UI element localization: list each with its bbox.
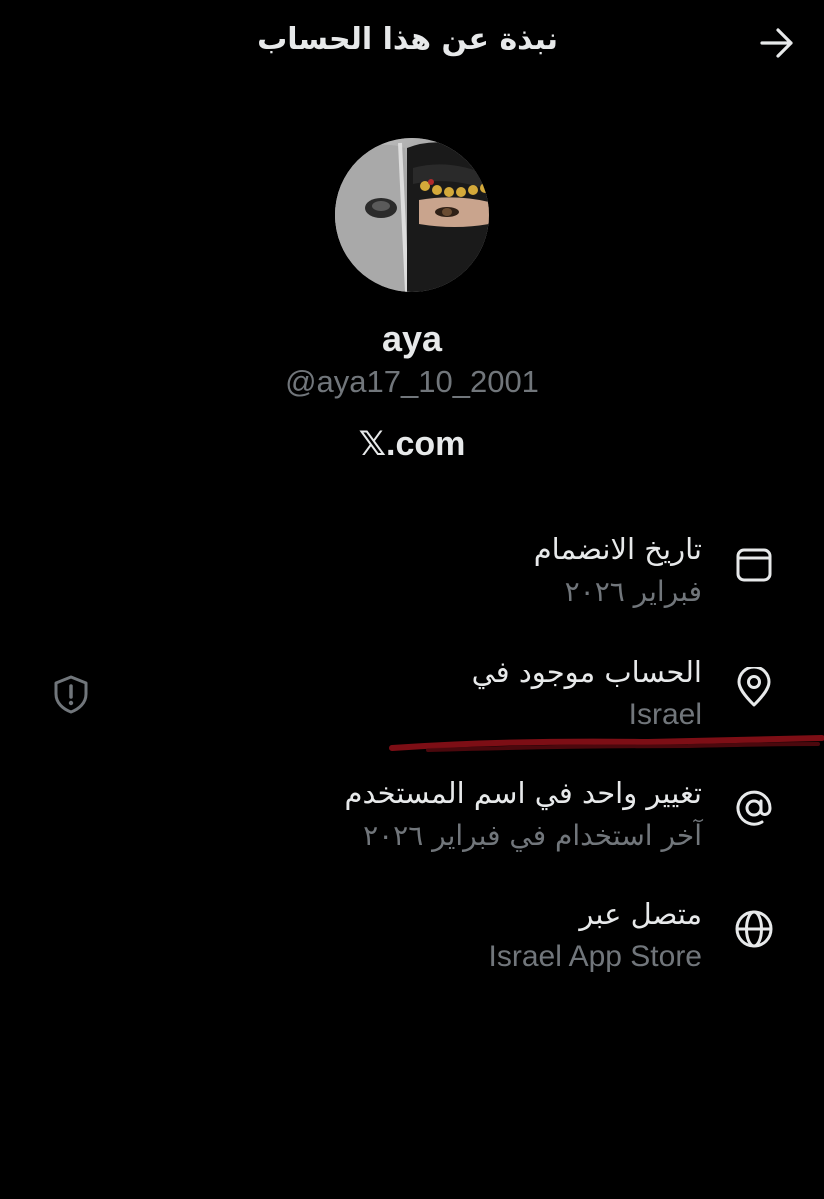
info-row-connected-via: متصل عبر Israel App Store — [0, 897, 824, 987]
connected-via-value: Israel App Store — [488, 940, 702, 973]
username-change-label: تغيير واحد في اسم المستخدم — [344, 776, 702, 810]
shield-alert-icon[interactable] — [52, 674, 90, 714]
username-handle: @aya17_10_2001 — [285, 364, 539, 399]
page-title: نبذة عن هذا الحساب — [257, 22, 558, 57]
site-suffix: .com — [386, 425, 466, 463]
join-date-value: فبراير ٢٠٢٦ — [564, 575, 702, 608]
info-row-location: الحساب موجود في Israel — [0, 655, 824, 745]
arrow-right-icon[interactable] — [758, 24, 796, 62]
avatar[interactable] — [335, 138, 489, 292]
connected-via-label: متصل عبر — [579, 897, 702, 931]
x-logo-icon: 𝕏 — [358, 424, 387, 464]
location-label: الحساب موجود في — [471, 655, 702, 689]
avatar-image — [335, 138, 489, 292]
top-bar: نبذة عن هذا الحساب — [0, 0, 824, 86]
calendar-icon — [736, 548, 772, 582]
site-link[interactable]: 𝕏.com — [0, 424, 824, 464]
red-underline-mark — [389, 735, 824, 752]
display-name: aya — [381, 318, 443, 359]
info-row-username-change: تغيير واحد في اسم المستخدم آخر استخدام ف… — [0, 776, 824, 866]
location-pin-icon — [737, 667, 771, 707]
location-value: Israel — [628, 698, 702, 731]
info-row-join-date: تاريخ الانضمام فبراير ٢٠٢٦ — [0, 532, 824, 622]
globe-icon — [735, 910, 773, 948]
at-sign-icon — [736, 790, 772, 826]
join-date-label: تاريخ الانضمام — [533, 532, 702, 566]
username-change-value: آخر استخدام في فبراير ٢٠٢٦ — [363, 819, 702, 852]
